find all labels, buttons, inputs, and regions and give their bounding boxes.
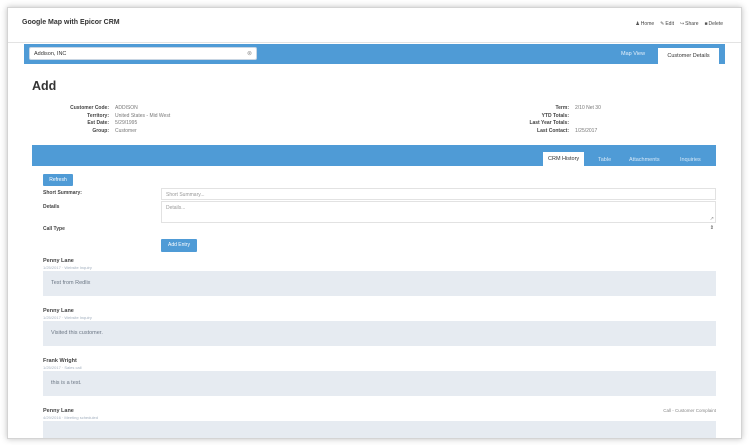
call-type-label: Call Type bbox=[43, 226, 65, 232]
details-textarea[interactable]: Details... ↗ bbox=[161, 201, 716, 223]
tab-customer-details[interactable]: Customer Details bbox=[658, 48, 719, 64]
share-icon: ↪ bbox=[679, 21, 685, 27]
field-value: Customer bbox=[115, 127, 137, 134]
field-value bbox=[575, 120, 601, 128]
home-label: Home bbox=[640, 21, 655, 27]
call-type-select[interactable]: ⇕ bbox=[161, 224, 716, 234]
short-summary-placeholder: Short Summary... bbox=[166, 192, 205, 198]
share-label: Share bbox=[685, 21, 699, 27]
tab-crm-history[interactable]: CRM History bbox=[543, 152, 585, 166]
tab-attachments[interactable]: Attachments bbox=[629, 157, 660, 163]
top-actions: ♟ Home ✎ Edit ↪ Share ■ Delete bbox=[635, 21, 723, 27]
customer-right-values: 2/10 Net 30 1/25/2017 bbox=[575, 105, 601, 135]
field-label: Customer Code: bbox=[70, 105, 109, 111]
clear-icon[interactable]: ⊗ bbox=[247, 50, 252, 57]
short-summary-label: Short Summary: bbox=[43, 190, 82, 196]
app-title: Google Map with Epicor CRM bbox=[22, 19, 120, 26]
edit-action[interactable]: ✎ Edit bbox=[660, 21, 674, 27]
add-entry-button[interactable]: Add Entry bbox=[161, 239, 197, 252]
resize-handle-icon[interactable]: ↗ bbox=[710, 216, 714, 222]
field-value: ADDISON bbox=[115, 105, 138, 111]
crm-tab-bar: CRM History Table Attachments Inquiries bbox=[32, 145, 716, 166]
entry-author: Frank Wright bbox=[43, 358, 77, 364]
share-action[interactable]: ↪ Share bbox=[680, 21, 699, 27]
entry-call-type: Call - Customer Complaint bbox=[663, 408, 716, 413]
customer-left-values: ADDISON United States - Mid West 5/29/19… bbox=[115, 105, 170, 135]
entry-text bbox=[43, 421, 716, 438]
tab-table[interactable]: Table bbox=[598, 157, 611, 163]
entry-text: Test from Redlix bbox=[43, 271, 716, 296]
entry-text: this is a test. bbox=[43, 371, 716, 396]
page-title: Add bbox=[32, 79, 57, 93]
entry-author: Penny Lane bbox=[43, 408, 74, 414]
person-icon: ♟ bbox=[635, 21, 640, 27]
field-label: Territory: bbox=[87, 112, 109, 119]
home-action[interactable]: ♟ Home bbox=[635, 21, 654, 27]
refresh-button[interactable]: Refresh bbox=[43, 174, 73, 186]
field-label: Term: bbox=[555, 105, 569, 111]
entry-meta: 1/25/2017 · Website Inquiry bbox=[43, 315, 92, 320]
trash-icon: ■ bbox=[704, 21, 708, 27]
entry-meta: 1/25/2017 · Website Inquiry bbox=[43, 265, 92, 270]
customer-right-labels: Term: YTD Totals: Last Year Totals: Last… bbox=[478, 105, 569, 135]
field-value: 2/10 Net 30 bbox=[575, 105, 601, 111]
pencil-icon: ✎ bbox=[660, 21, 665, 27]
field-label: Last Contact: bbox=[537, 127, 569, 134]
title-bar: Google Map with Epicor CRM ♟ Home ✎ Edit ↪… bbox=[8, 8, 741, 43]
edit-label: Edit bbox=[665, 21, 674, 27]
top-nav-bar: Addison, INC ⊗ Map View Customer Details bbox=[24, 44, 725, 64]
app-window: Google Map with Epicor CRM ♟ Home ✎ Edit ↪… bbox=[7, 7, 742, 439]
entry-meta: 4/29/2016 · Meeting scheduled bbox=[43, 415, 98, 420]
field-label: Group: bbox=[92, 127, 109, 134]
entry-text: Visited this customer. bbox=[43, 321, 716, 346]
field-value: United States - Mid West bbox=[115, 112, 171, 119]
short-summary-input[interactable]: Short Summary... bbox=[161, 188, 716, 200]
customer-search-input[interactable]: Addison, INC ⊗ bbox=[29, 47, 257, 60]
field-value: 1/25/2017 bbox=[575, 127, 598, 134]
search-value: Addison, INC bbox=[34, 51, 67, 57]
select-arrows-icon: ⇕ bbox=[709, 225, 714, 231]
field-label: Last Year Totals: bbox=[529, 120, 569, 126]
delete-action[interactable]: ■ Delete bbox=[705, 21, 723, 27]
field-label: Est Date: bbox=[87, 120, 109, 126]
tab-map-view[interactable]: Map View bbox=[621, 51, 645, 57]
field-value bbox=[575, 113, 601, 121]
entry-meta: 1/25/2017 · Sales call bbox=[43, 365, 82, 370]
entry-author: Penny Lane bbox=[43, 258, 74, 264]
field-value: 5/29/1995 bbox=[115, 120, 138, 126]
details-placeholder: Details... bbox=[166, 205, 186, 211]
delete-label: Delete bbox=[708, 21, 723, 27]
field-label: YTD Totals: bbox=[541, 112, 569, 119]
entry-author: Penny Lane bbox=[43, 308, 74, 314]
customer-left-labels: Customer Code: Territory: Est Date: Grou… bbox=[32, 105, 109, 135]
tab-inquiries[interactable]: Inquiries bbox=[680, 157, 701, 163]
details-label: Details bbox=[43, 204, 60, 210]
